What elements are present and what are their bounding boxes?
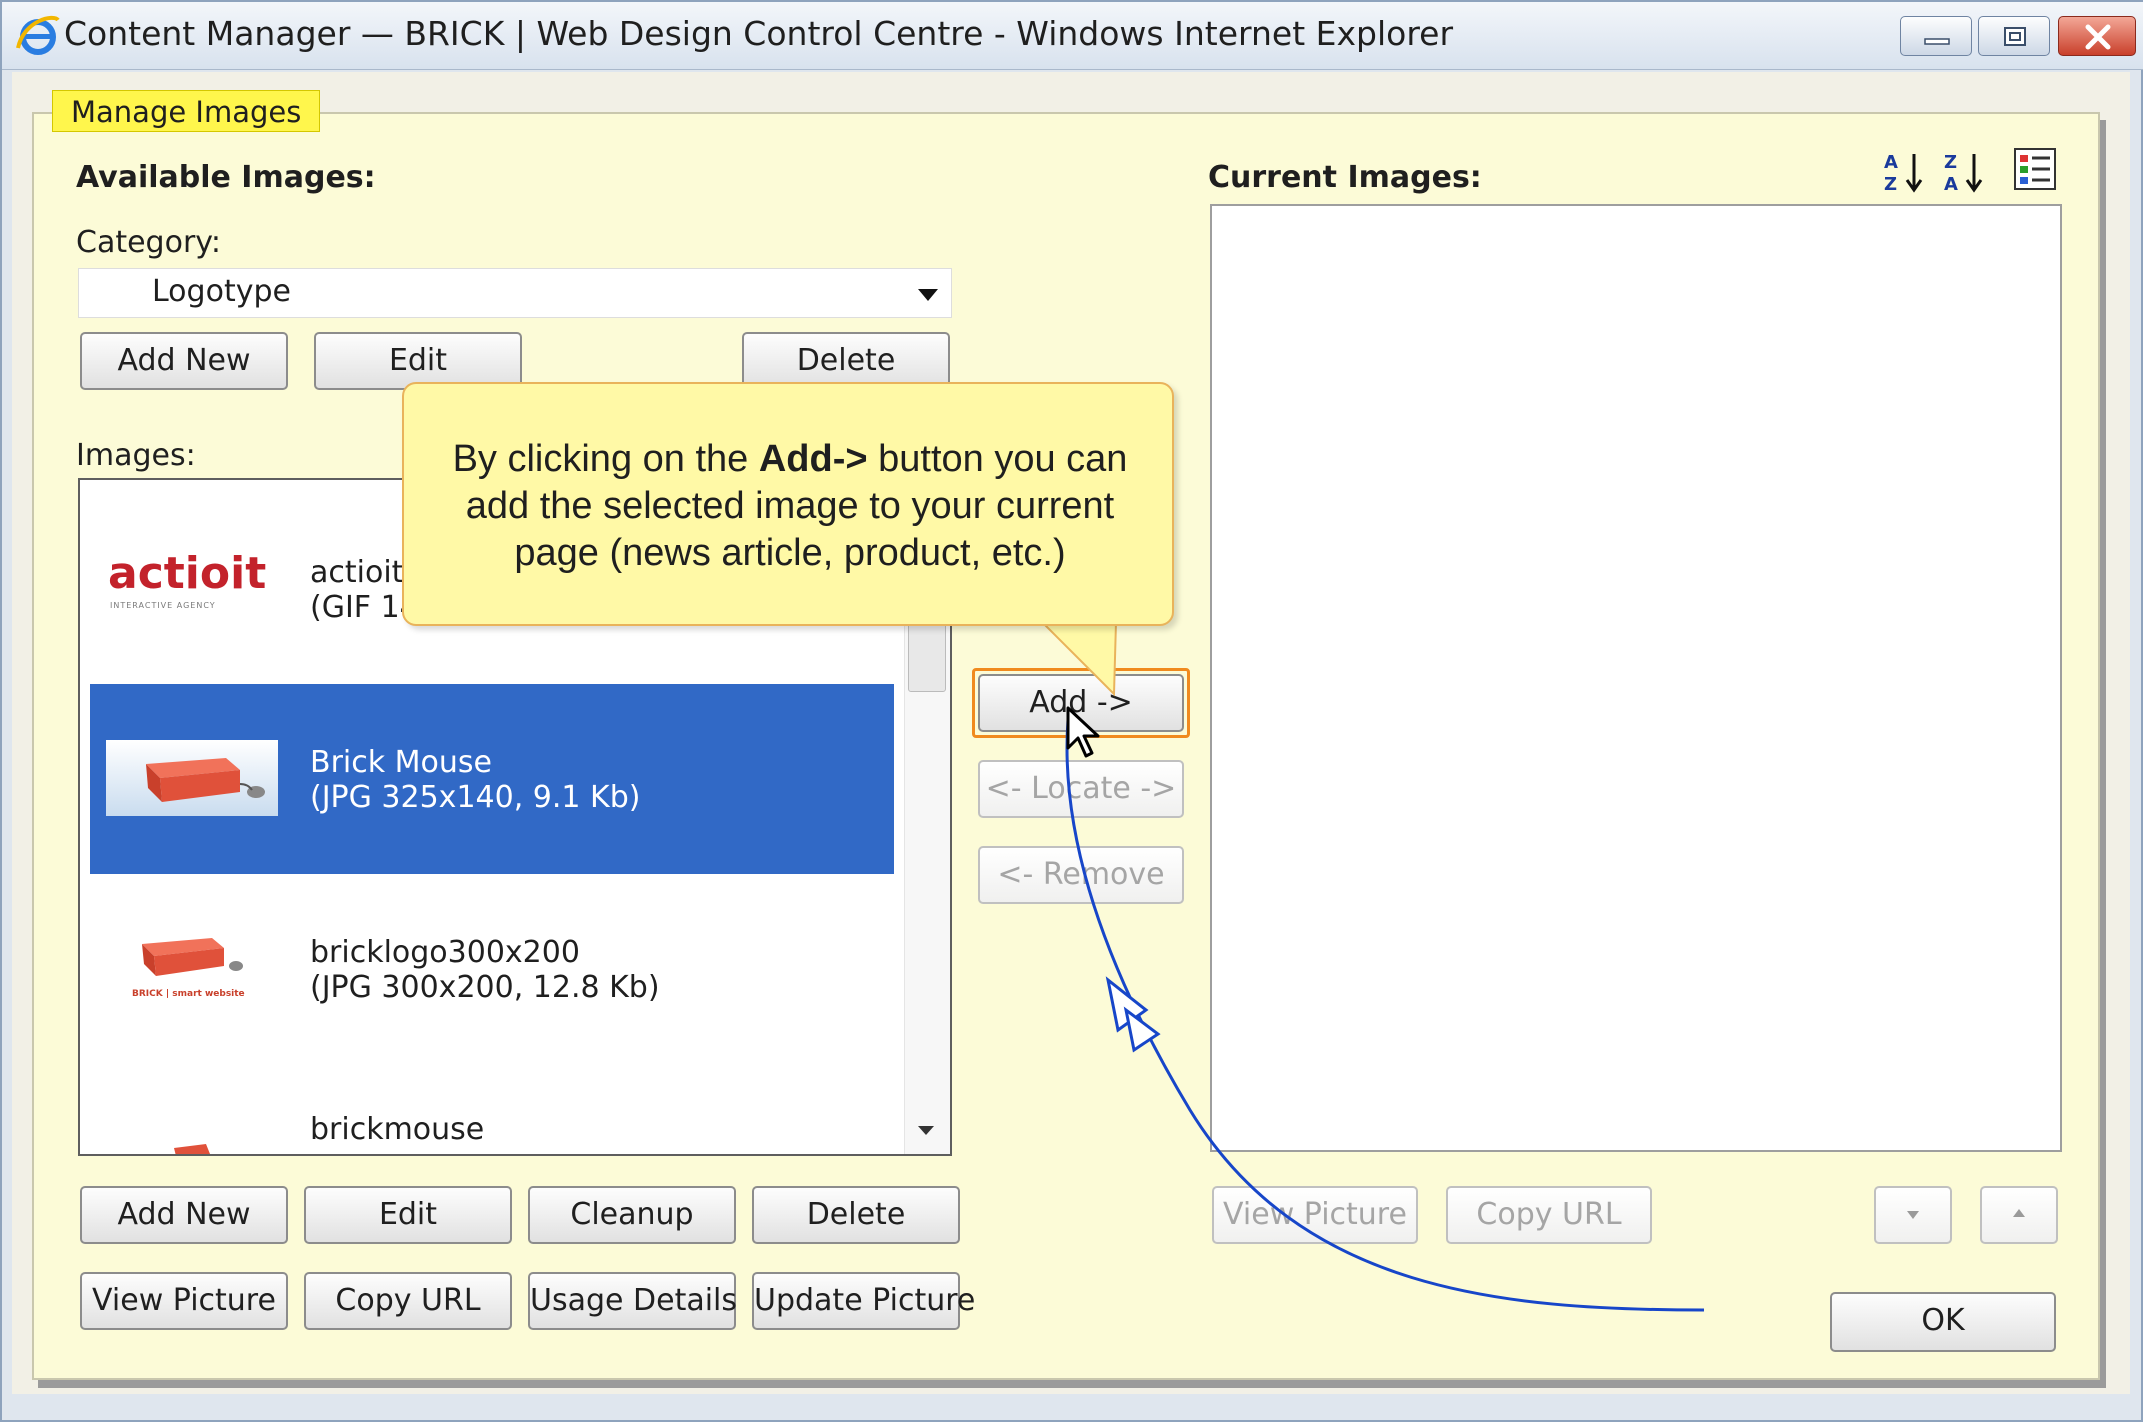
current-view-picture-button[interactable]: View Picture [1212, 1186, 1418, 1244]
sort-za-icon[interactable]: Z A [1940, 148, 1988, 196]
current-images-list[interactable] [1210, 204, 2062, 1152]
image-name: Brick Mouse [310, 745, 492, 780]
tab-manage-images[interactable]: Manage Images [52, 90, 321, 132]
usage-details-button[interactable]: Usage Details [528, 1272, 737, 1330]
move-up-button[interactable] [1980, 1186, 2058, 1244]
images-label: Images: [76, 438, 196, 473]
image-name: bricklogo300x200 [310, 935, 580, 970]
view-picture-button[interactable]: View Picture [80, 1272, 288, 1330]
title-bar: Content Manager — BRICK | Web Design Con… [2, 2, 2143, 70]
maximize-icon [2004, 27, 2026, 46]
svg-text:A: A [1944, 174, 1958, 195]
svg-text:Z: Z [1944, 152, 1957, 173]
close-button[interactable] [2058, 16, 2136, 56]
image-info: (JPG 325x140, 9.1 Kb) [310, 780, 641, 815]
move-down-button[interactable] [1874, 1186, 1952, 1244]
scrollbar-thumb[interactable] [908, 620, 946, 692]
locate-button[interactable]: <- Locate -> [978, 760, 1184, 818]
edit-image-button[interactable]: Edit [304, 1186, 512, 1244]
window-title: Content Manager — BRICK | Web Design Con… [64, 14, 1454, 53]
callout-text-bold: Add-> [758, 438, 868, 480]
close-icon [2085, 24, 2111, 50]
category-label: Category: [76, 225, 221, 260]
category-select-value: Logotype [152, 274, 291, 309]
remove-button[interactable]: <- Remove [978, 846, 1184, 904]
cleanup-button[interactable]: Cleanup [528, 1186, 736, 1244]
list-item[interactable]: brickmouse [80, 1110, 904, 1154]
svg-text:BRICK | smart website: BRICK | smart website [132, 989, 245, 999]
callout-text: By clicking on the Add-> button you can … [420, 436, 1160, 577]
add-new-image-button[interactable]: Add New [80, 1186, 288, 1244]
ok-button[interactable]: OK [1830, 1292, 2056, 1352]
image-info: (JPG 300x200, 12.8 Kb) [310, 970, 660, 1005]
copy-url-button[interactable]: Copy URL [304, 1272, 512, 1330]
move-up-icon [2013, 1209, 2025, 1217]
callout-text-prefix: By clicking on the [452, 438, 759, 480]
maximize-button[interactable] [1978, 16, 2050, 56]
actioit-logo-thumbnail: actioit INTERACTIVE AGENCY [108, 548, 266, 610]
svg-text:INTERACTIVE AGENCY: INTERACTIVE AGENCY [110, 601, 216, 610]
cursor-icon [1066, 706, 1100, 758]
brick-mouse-thumbnail [106, 740, 278, 816]
callout-pointer [1040, 618, 1118, 697]
update-picture-button[interactable]: Update Picture [752, 1272, 975, 1330]
minimize-button[interactable] [1900, 16, 1972, 56]
dropdown-arrow-icon[interactable] [918, 289, 938, 301]
list-view-icon[interactable] [2012, 146, 2058, 192]
svg-text:actioit: actioit [108, 548, 266, 599]
brickmouse-thumbnail [174, 1144, 210, 1154]
category-add-new-button[interactable]: Add New [80, 332, 288, 390]
image-name: brickmouse [310, 1112, 485, 1147]
delete-image-button[interactable]: Delete [752, 1186, 960, 1244]
minimize-icon [1924, 38, 1950, 45]
ie-icon [16, 15, 60, 55]
sort-az-icon[interactable]: A Z [1880, 148, 1928, 196]
scroll-down-icon[interactable] [918, 1126, 934, 1135]
svg-text:A: A [1884, 152, 1898, 173]
svg-text:Z: Z [1884, 174, 1897, 195]
bricklogo-thumbnail: BRICK | smart website [132, 938, 245, 999]
available-images-heading: Available Images: [76, 160, 376, 195]
current-copy-url-button[interactable]: Copy URL [1446, 1186, 1652, 1244]
move-down-icon [1907, 1211, 1919, 1219]
current-images-heading: Current Images: [1208, 160, 1482, 195]
